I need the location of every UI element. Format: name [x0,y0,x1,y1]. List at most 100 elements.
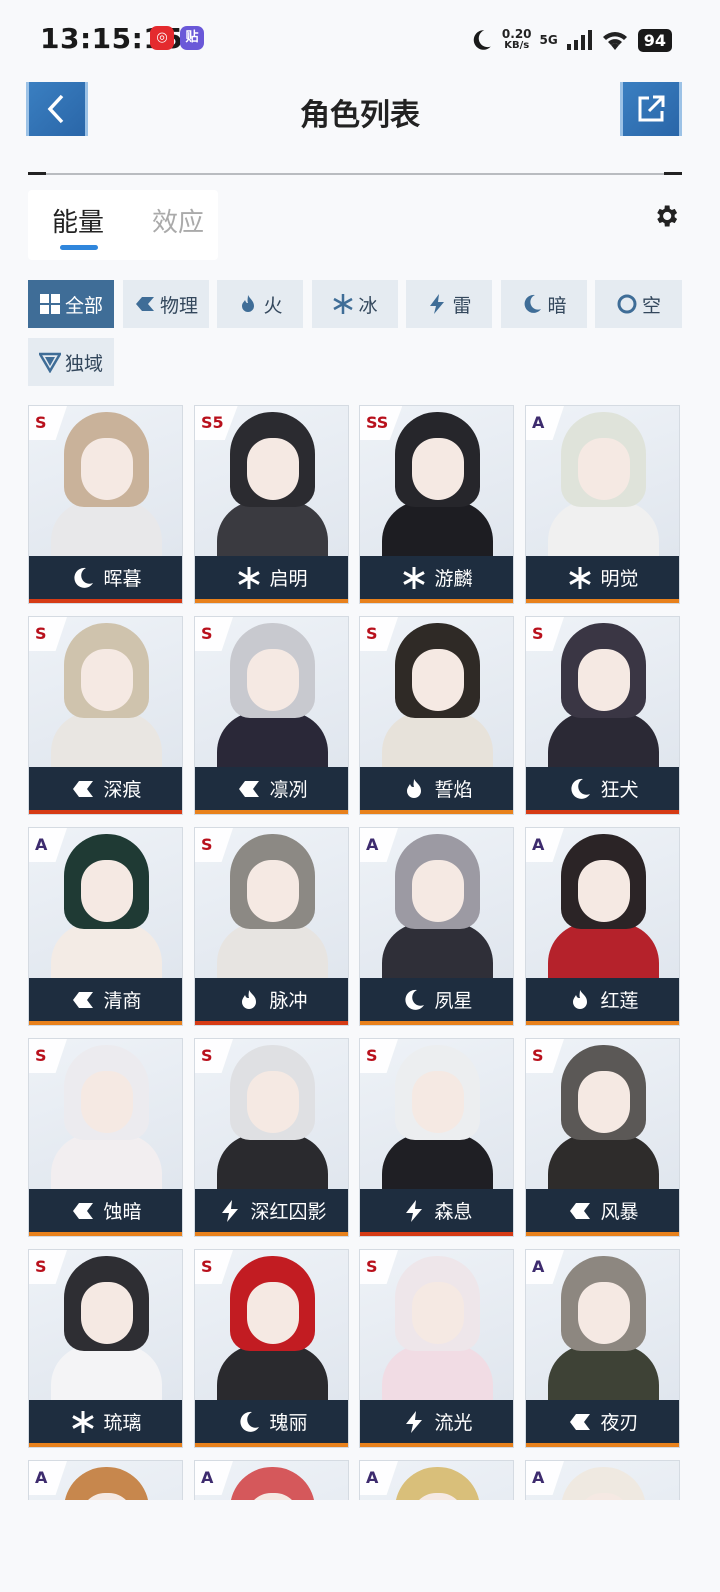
character-card[interactable]: S 流光 [359,1249,514,1448]
portrait-face [578,1282,630,1344]
character-name: 深痕 [103,779,142,801]
character-namebar: 狂犬 [526,767,679,810]
character-card[interactable]: S 深红囚影 [194,1038,349,1237]
card-accent-bar [360,1021,513,1025]
character-card[interactable]: S 狂犬 [525,616,680,815]
character-name: 清商 [103,990,142,1012]
physical-icon [135,297,154,311]
filter-label: 全部 [64,294,103,317]
fire-element-icon [237,988,261,1012]
character-card[interactable]: S 风暴 [525,1038,680,1237]
character-card[interactable]: A 红莲 [525,827,680,1026]
card-accent-bar [195,1443,348,1447]
net-speed: 0.20 KB/s [502,28,532,52]
filter-void[interactable]: 空 [595,280,682,328]
portrait-face [81,1071,133,1133]
portrait-body [51,1345,162,1405]
portrait-face [578,649,630,711]
character-namebar: 凛冽 [195,767,348,810]
dark-element-icon [71,566,95,590]
character-card[interactable]: S5 启明 [194,405,349,604]
character-card[interactable]: A 夙星 [359,827,514,1026]
character-namebar: 深红囚影 [195,1189,348,1232]
character-card[interactable]: SS 游麟 [359,405,514,604]
share-button[interactable] [620,82,682,136]
filter-domain[interactable]: 独域 [28,338,114,386]
dark-element-icon [402,988,426,1012]
character-namebar: 夙星 [360,978,513,1021]
card-accent-bar [526,1443,679,1447]
thunder-element-icon [218,1199,242,1223]
gear-icon[interactable] [652,202,680,230]
character-card[interactable]: S 誓焰 [359,616,514,815]
character-name: 流光 [434,1412,473,1434]
character-card[interactable]: S 脉冲 [194,827,349,1026]
character-name: 狂犬 [600,779,639,801]
filter-ice[interactable]: 冰 [312,280,398,328]
character-card[interactable]: A 明觉 [525,405,680,604]
portrait-face [247,1071,299,1133]
domain-icon [38,352,61,373]
physical-element-icon [71,777,95,801]
character-namebar: 脉冲 [195,978,348,1021]
card-accent-bar [195,810,348,814]
status-bar: 13:15:15 ◎ 贴 0.20 KB/s 5G 94 [0,0,720,78]
tab-effect[interactable]: 效应 [152,202,204,239]
portrait-face [578,438,630,500]
portrait-face [81,1282,133,1344]
wifi-icon [602,32,627,50]
portrait-body [548,712,659,772]
portrait-face [247,438,299,500]
character-name: 夜刃 [600,1412,639,1434]
filter-label: 物理 [159,294,198,317]
character-name: 蚀暗 [103,1201,142,1223]
character-card[interactable]: S 深痕 [28,616,183,815]
character-card[interactable]: S 瑰丽 [194,1249,349,1448]
net-speed-value: 0.20 [501,27,532,41]
portrait-body [382,501,493,561]
character-name: 晖暮 [103,568,142,590]
character-card[interactable]: A [359,1460,514,1500]
card-accent-bar [29,1443,182,1447]
character-card[interactable]: S 凛冽 [194,616,349,815]
filter-thunder[interactable]: 雷 [406,280,492,328]
character-namebar: 游麟 [360,556,513,599]
character-card[interactable]: A [28,1460,183,1500]
filter-fire[interactable]: 火 [217,280,303,328]
tab-energy[interactable]: 能量 [52,202,104,239]
filter-physical[interactable]: 物理 [123,280,209,328]
filter-label: 雷 [452,294,472,317]
portrait-body [51,501,162,561]
character-namebar: 明觉 [526,556,679,599]
filter-label: 冰 [358,294,378,317]
character-card[interactable]: A 清商 [28,827,183,1026]
filter-label: 独域 [64,352,103,375]
filter-dark[interactable]: 暗 [501,280,587,328]
card-accent-bar [29,810,182,814]
fire-icon [242,295,255,312]
dark-element-icon [568,777,592,801]
portrait-body [548,923,659,983]
portrait-face [412,1282,464,1344]
character-card[interactable]: A [194,1460,349,1500]
filter-label: 火 [263,294,283,317]
character-card[interactable]: A [525,1460,680,1500]
character-name: 游麟 [434,568,473,590]
character-namebar: 清商 [29,978,182,1021]
portrait-body [382,712,493,772]
character-card[interactable]: A 夜刃 [525,1249,680,1448]
character-namebar: 启明 [195,556,348,599]
character-card[interactable]: S 森息 [359,1038,514,1237]
character-name: 琉璃 [103,1412,142,1434]
character-name: 风暴 [600,1201,639,1223]
character-card[interactable]: S 晖暮 [28,405,183,604]
character-name: 凛冽 [269,779,308,801]
character-card[interactable]: S 蚀暗 [28,1038,183,1237]
filter-all[interactable]: 全部 [28,280,114,328]
portrait-body [217,1134,328,1194]
portrait-body [217,923,328,983]
character-namebar: 蚀暗 [29,1189,182,1232]
portrait-face [412,649,464,711]
character-card[interactable]: S 琉璃 [28,1249,183,1448]
portrait-face [81,438,133,500]
